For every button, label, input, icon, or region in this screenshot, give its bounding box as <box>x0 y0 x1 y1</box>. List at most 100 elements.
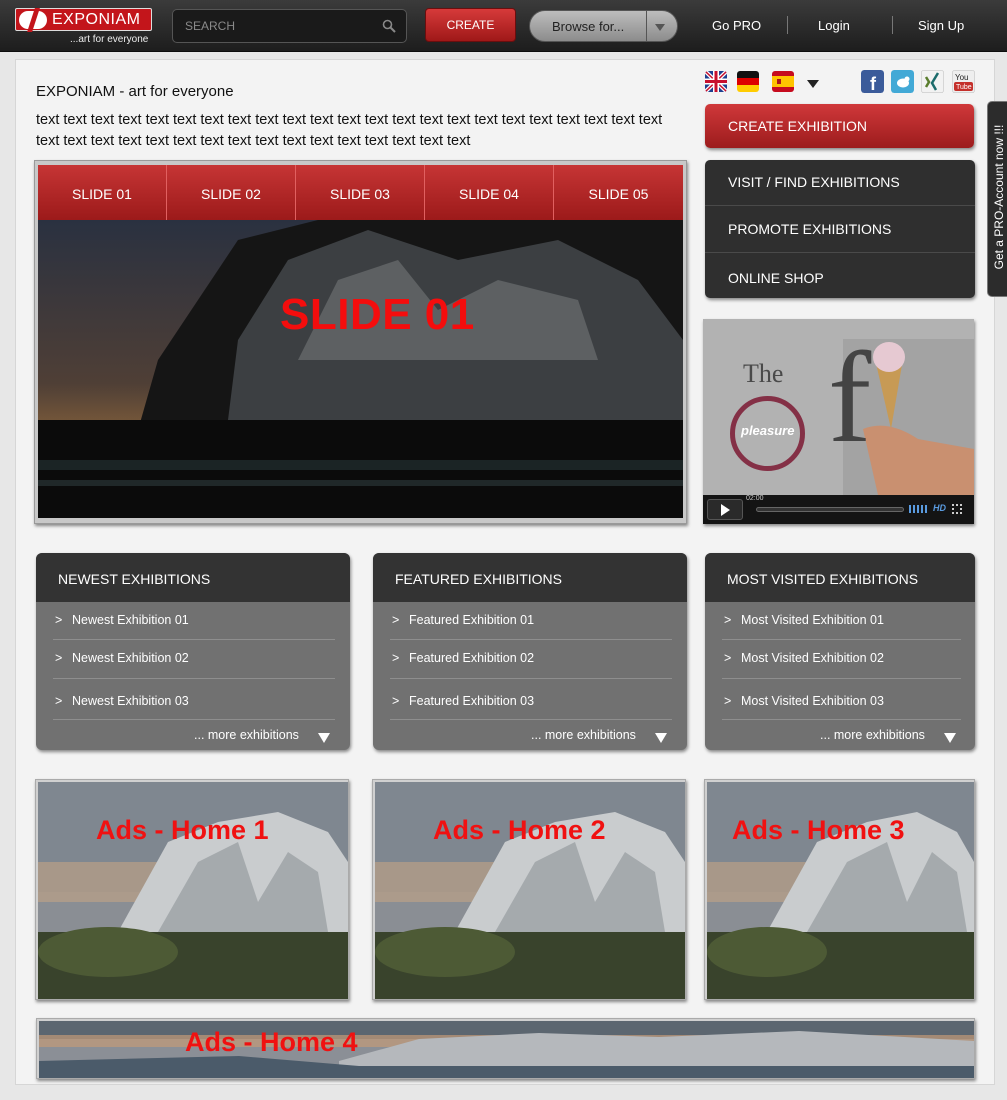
play-button[interactable] <box>707 499 743 520</box>
logo-text: EXPONIAM <box>52 11 141 28</box>
chevron-right-icon: > <box>724 694 732 708</box>
list-divider <box>390 719 672 720</box>
create-button[interactable]: CREATE <box>425 8 516 42</box>
nav-divider <box>892 16 893 34</box>
chevron-down-icon[interactable] <box>944 733 956 743</box>
ad-home-2[interactable]: Ads - Home 2 <box>372 779 686 1000</box>
uk-flag-icon[interactable] <box>705 71 727 92</box>
tab-slide-03[interactable]: SLIDE 03 <box>296 165 425 220</box>
featured-exhibitions-box: FEATURED EXHIBITIONS > Featured Exhibiti… <box>373 553 687 750</box>
list-divider <box>53 678 335 679</box>
ad-home-1[interactable]: Ads - Home 1 <box>35 779 349 1000</box>
chevron-right-icon: > <box>392 613 400 627</box>
chevron-right-icon: > <box>724 613 732 627</box>
fullscreen-icon[interactable] <box>952 504 962 514</box>
list-item[interactable]: > Featured Exhibition 02 <box>373 651 687 671</box>
list-divider <box>722 719 961 720</box>
list-item[interactable]: > Most Visited Exhibition 01 <box>705 613 975 633</box>
svg-text:f: f <box>870 74 877 93</box>
cliff-landscape-image <box>38 220 683 518</box>
video-player[interactable]: The pleasure f 02:00 HD <box>703 319 974 524</box>
list-item[interactable]: > Most Visited Exhibition 02 <box>705 651 975 671</box>
tab-slide-04[interactable]: SLIDE 04 <box>425 165 554 220</box>
most-visited-exhibitions-title: MOST VISITED EXHIBITIONS <box>705 553 975 602</box>
list-item[interactable]: > Newest Exhibition 01 <box>36 613 350 633</box>
list-item-label: Most Visited Exhibition 03 <box>741 694 884 708</box>
hd-badge[interactable]: HD <box>933 503 946 513</box>
list-item[interactable]: > Featured Exhibition 03 <box>373 694 687 714</box>
video-time: 02:00 <box>746 495 764 502</box>
slide-title: SLIDE 01 <box>280 290 475 339</box>
list-item[interactable]: > Most Visited Exhibition 03 <box>705 694 975 714</box>
twitter-icon[interactable] <box>891 70 914 93</box>
list-divider <box>390 678 672 679</box>
ad-label: Ads - Home 2 <box>433 815 606 845</box>
play-icon <box>721 504 730 516</box>
page-headline: EXPONIAM - art for everyone <box>36 83 234 100</box>
tab-slide-01[interactable]: SLIDE 01 <box>38 165 167 220</box>
chevron-down-icon[interactable] <box>655 733 667 743</box>
signup-link[interactable]: Sign Up <box>918 18 964 33</box>
list-divider <box>53 639 335 640</box>
list-item[interactable]: > Newest Exhibition 03 <box>36 694 350 714</box>
video-controls: 02:00 HD <box>703 495 974 524</box>
browse-divider <box>646 11 647 41</box>
list-item-label: Newest Exhibition 01 <box>72 613 189 627</box>
list-item-label: Newest Exhibition 03 <box>72 694 189 708</box>
go-pro-link[interactable]: Go PRO <box>712 18 761 33</box>
search-input[interactable] <box>173 10 373 42</box>
tab-slide-05[interactable]: SLIDE 05 <box>554 165 683 220</box>
list-divider <box>722 678 961 679</box>
video-text-the: The <box>743 359 784 388</box>
video-text-f: f <box>828 326 872 470</box>
most-visited-exhibitions-box: MOST VISITED EXHIBITIONS > Most Visited … <box>705 553 975 750</box>
tab-slide-02[interactable]: SLIDE 02 <box>167 165 296 220</box>
chevron-down-icon[interactable] <box>318 733 330 743</box>
list-item[interactable]: > Newest Exhibition 02 <box>36 651 350 671</box>
chevron-right-icon: > <box>724 651 732 665</box>
create-exhibition-button[interactable]: CREATE EXHIBITION <box>705 104 974 148</box>
svg-text:You: You <box>955 73 969 82</box>
ad-panorama-image <box>39 1021 974 1078</box>
menu-item-online-shop[interactable]: ONLINE SHOP <box>705 255 975 301</box>
list-divider <box>722 639 961 640</box>
list-item-label: Most Visited Exhibition 02 <box>741 651 884 665</box>
chevron-down-icon <box>655 24 665 31</box>
chevron-right-icon: > <box>392 651 400 665</box>
pro-account-side-tab[interactable]: Get a PRO-Account now !!! <box>987 101 1007 297</box>
ad-home-4[interactable]: Ads - Home 4 <box>36 1018 975 1079</box>
ad-home-3[interactable]: Ads - Home 3 <box>704 779 975 1000</box>
spain-flag-icon[interactable] <box>772 71 794 92</box>
logo-tagline: ...art for everyone <box>70 34 149 45</box>
menu-item-promote-exhibitions[interactable]: PROMOTE EXHIBITIONS <box>705 206 975 252</box>
browse-label: Browse for... <box>552 19 625 34</box>
list-item[interactable]: > Featured Exhibition 01 <box>373 613 687 633</box>
youtube-icon[interactable]: You Tube <box>952 70 975 93</box>
menu-divider <box>705 252 975 253</box>
newest-exhibitions-box: NEWEST EXHIBITIONS > Newest Exhibition 0… <box>36 553 350 750</box>
volume-icon[interactable] <box>909 505 929 513</box>
pro-account-label: Get a PRO-Account now !!! <box>992 124 1006 270</box>
login-link[interactable]: Login <box>818 18 850 33</box>
language-dropdown-icon[interactable] <box>806 78 820 90</box>
menu-item-visit-find-exhibitions[interactable]: VISIT / FIND EXHIBITIONS <box>705 159 975 205</box>
more-exhibitions-link[interactable]: ... more exhibitions <box>531 728 636 742</box>
facebook-icon[interactable]: f <box>861 70 884 93</box>
ad-label: Ads - Home 1 <box>96 815 269 845</box>
browse-dropdown[interactable]: Browse for... <box>529 10 678 42</box>
slide-image[interactable] <box>38 220 683 518</box>
more-exhibitions-link[interactable]: ... more exhibitions <box>194 728 299 742</box>
video-progress-bar[interactable] <box>756 507 904 512</box>
logo-mark-icon <box>19 11 47 29</box>
intro-text: text text text text text text text text … <box>36 112 663 149</box>
chevron-right-icon: > <box>55 651 63 665</box>
chevron-right-icon: > <box>55 613 63 627</box>
list-divider <box>53 719 335 720</box>
xing-icon[interactable] <box>921 70 944 93</box>
exponiam-logo[interactable]: EXPONIAM ...art for everyone <box>15 8 155 48</box>
ad-label: Ads - Home 4 <box>185 1027 358 1057</box>
germany-flag-icon[interactable] <box>737 71 759 92</box>
search-icon[interactable] <box>382 19 396 33</box>
more-exhibitions-link[interactable]: ... more exhibitions <box>820 728 925 742</box>
logo-badge: EXPONIAM <box>15 8 152 31</box>
